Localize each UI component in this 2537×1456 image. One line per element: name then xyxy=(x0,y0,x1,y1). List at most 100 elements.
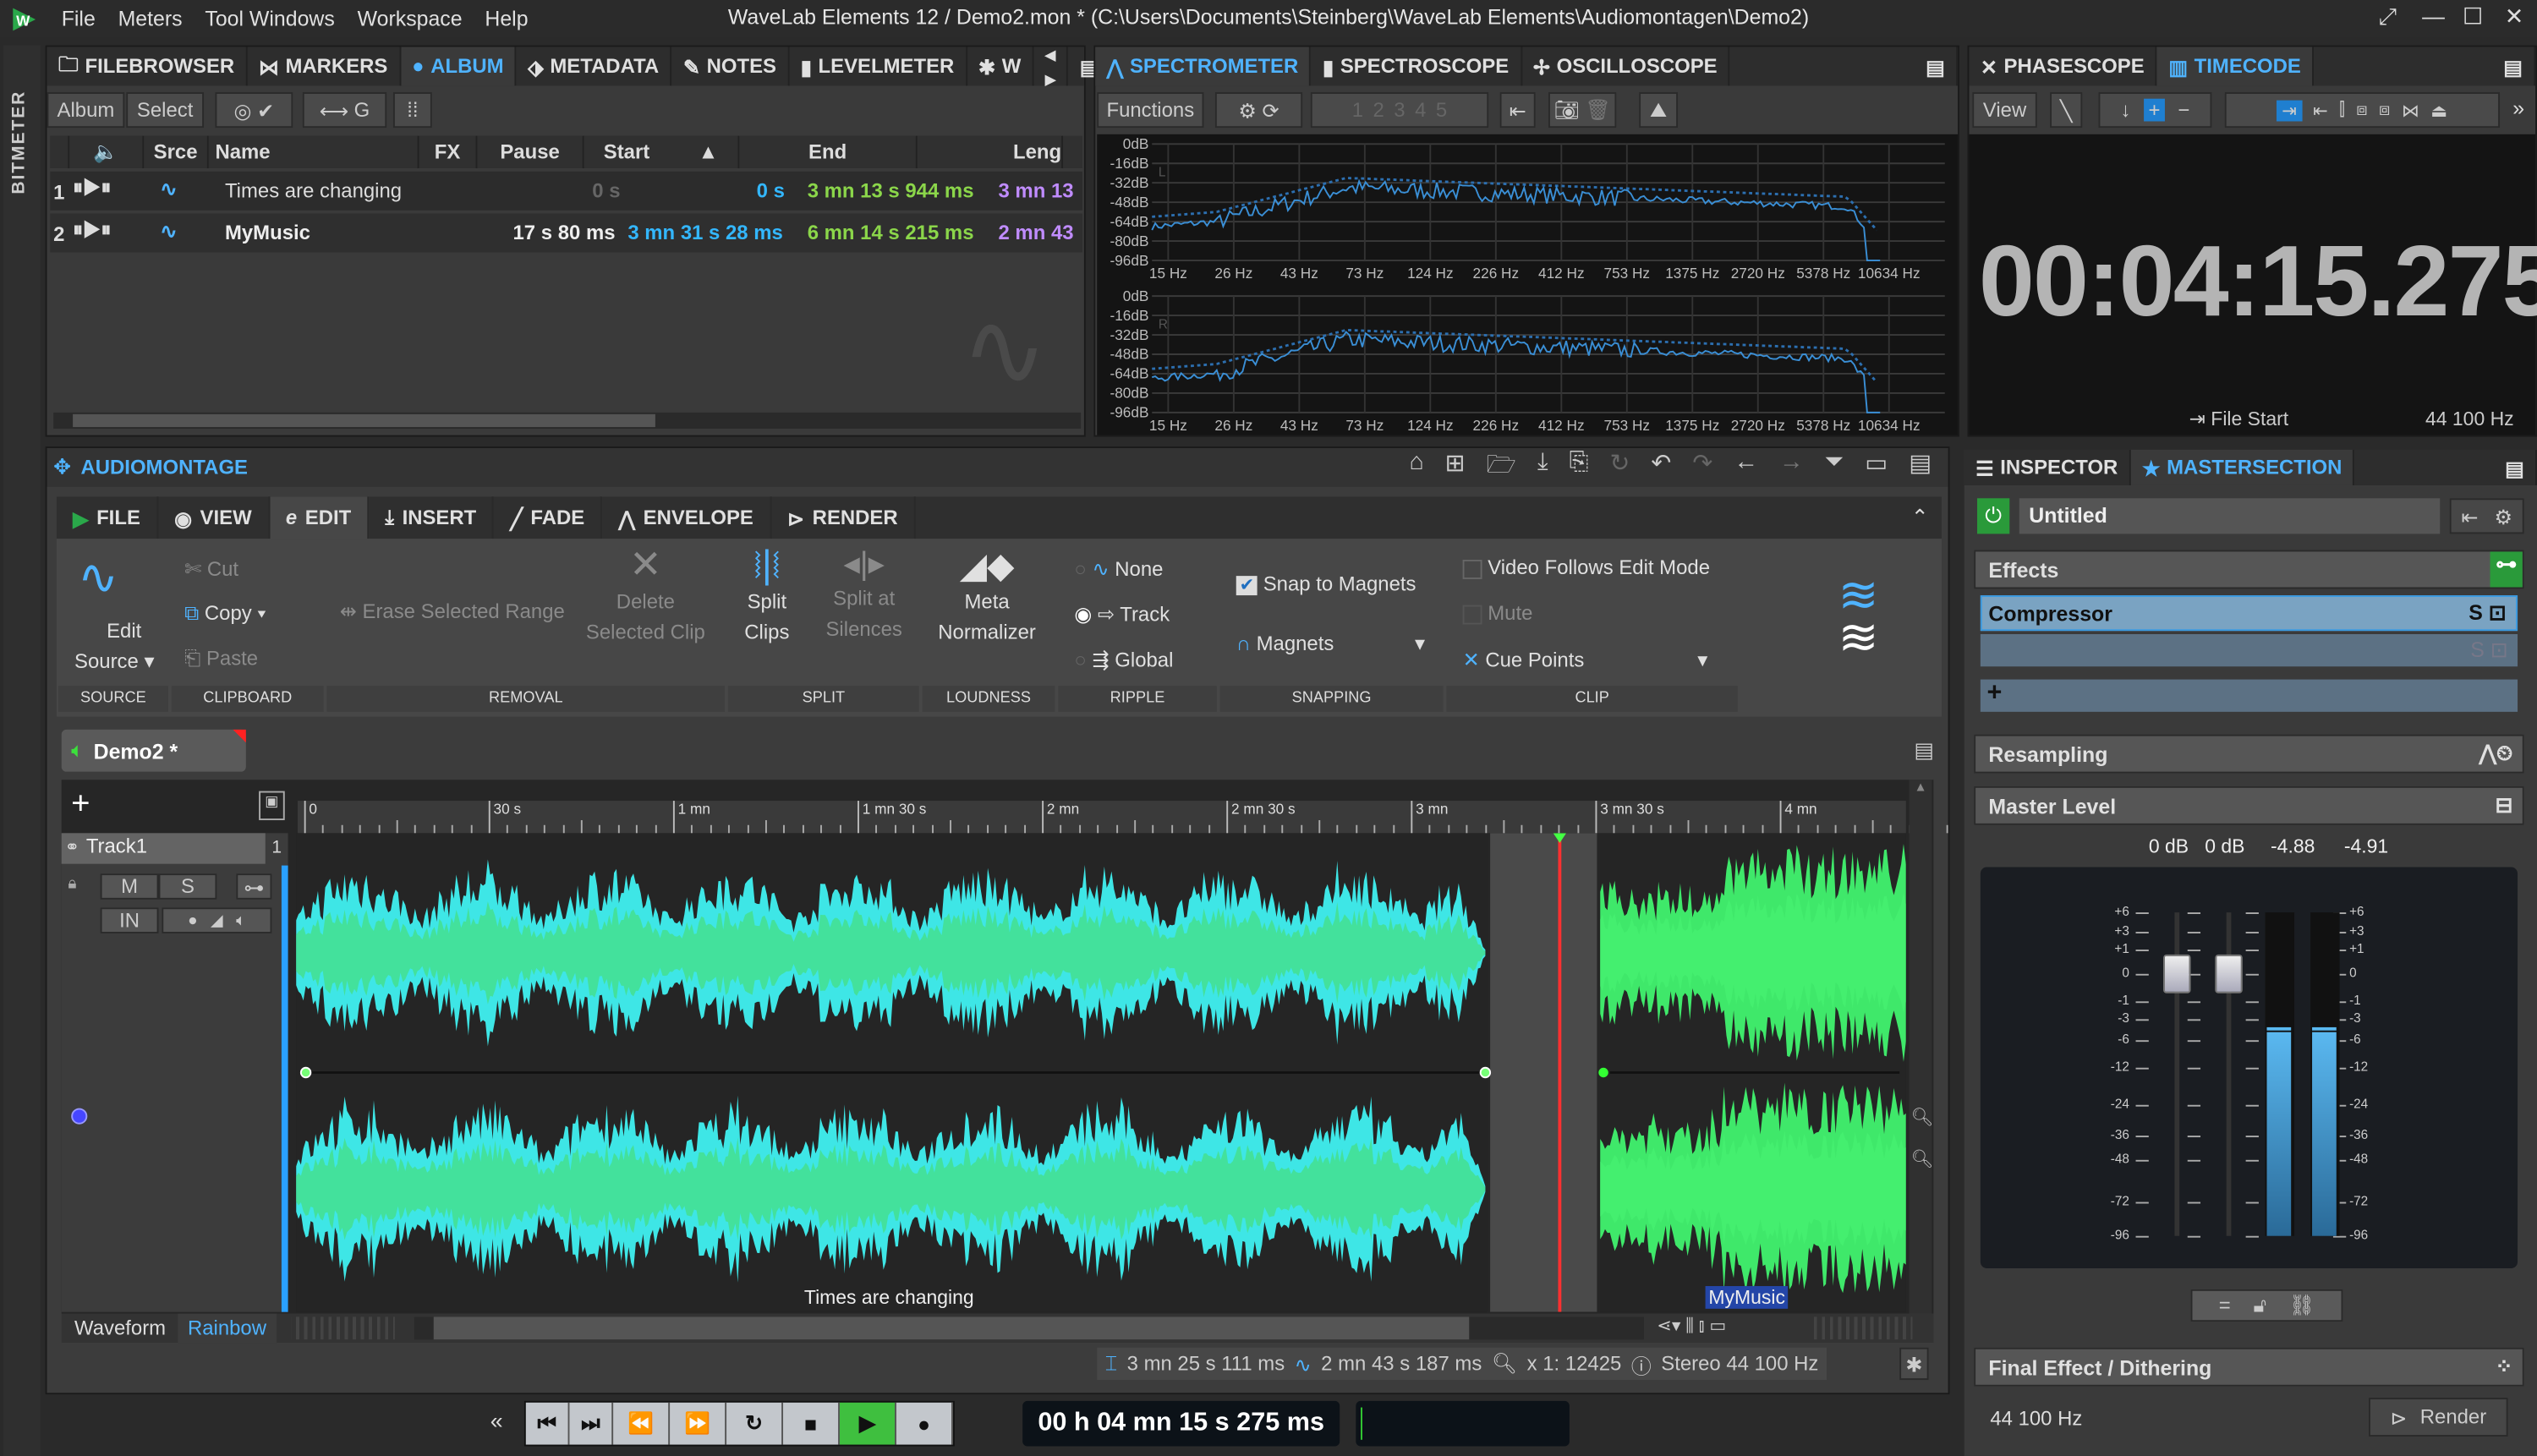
open-folder-icon[interactable]: 🗁 xyxy=(1487,447,1517,488)
clip-label-mymusic[interactable]: MyMusic xyxy=(1705,1286,1789,1309)
tab-scroll-arrows[interactable]: ◂ ▸ xyxy=(1034,44,1069,90)
timecode-mode-buttons[interactable]: ⇥ ⇤ ⫿ ⧈ ⧈ ⋈ ⏏ xyxy=(2224,92,2501,129)
bitmeter-sidebar[interactable]: BITMETER xyxy=(3,45,41,1456)
redo-icon[interactable]: ↷ xyxy=(1692,447,1712,488)
font-size-buttons[interactable]: ↓ + − xyxy=(2098,92,2212,129)
tab-markers[interactable]: ⋈ MARKERS xyxy=(247,47,401,86)
paste-button[interactable]: ⎗ Paste xyxy=(184,647,258,671)
functions-menu-button[interactable]: Functions xyxy=(1097,92,1204,129)
tab-mastersection[interactable]: ★ MASTERSECTION xyxy=(2130,449,2355,485)
snap-to-magnets-checkbox[interactable]: ✔ Snap to Magnets xyxy=(1236,572,1416,596)
time-ruler[interactable]: 0 30 s1 mn 1 mn 30 s2 mn 2 mn 30 s3 mn 3 mn … xyxy=(298,801,1948,834)
play-button[interactable]: ▶ xyxy=(839,1402,896,1445)
close-button[interactable]: ✕ xyxy=(2505,3,2523,31)
erase-selected-range-button[interactable]: ⇹ Erase Selected Range xyxy=(340,599,565,623)
render-button[interactable]: ⊳ Render xyxy=(2369,1398,2508,1437)
fullscreen-icon[interactable]: ⤢ xyxy=(2379,3,2397,31)
ripple-track-radio[interactable]: ◉ ⇨ Track xyxy=(1074,602,1170,627)
menu-meters[interactable]: Meters xyxy=(118,7,183,31)
effect-slot-empty[interactable]: S ⊡ xyxy=(1980,634,2518,667)
menu-help[interactable]: Help xyxy=(485,7,528,31)
final-effect-section-header[interactable]: Final Effect / Dithering ⁘ xyxy=(1974,1347,2524,1387)
maximize-button[interactable]: ☐ xyxy=(2463,3,2483,31)
forward-arrow-icon[interactable]: → xyxy=(1779,447,1804,488)
tab-spectroscope[interactable]: ▮ SPECTROSCOPE xyxy=(1312,47,1522,86)
delete-selected-clip-button[interactable]: ✕ Delete Selected Clip xyxy=(586,546,706,649)
undo-icon[interactable]: ↶ xyxy=(1651,447,1671,488)
tab-more[interactable]: ✱ W xyxy=(967,47,1034,86)
solo-button[interactable]: S xyxy=(158,873,217,900)
mute-checkbox[interactable]: Mute xyxy=(1462,602,1532,625)
tab-phasescope[interactable]: ✕ PHASESCOPE xyxy=(1969,47,2158,86)
magnets-dropdown[interactable]: ∩ Magnets ▾ xyxy=(1236,631,1425,655)
col-fx[interactable]: FX xyxy=(419,135,478,168)
panel-menu-icon[interactable]: ▤ xyxy=(2494,449,2537,485)
minimize-button[interactable]: — xyxy=(2422,3,2445,30)
zoom-level[interactable]: x 1: 12425 xyxy=(1527,1352,1622,1375)
track-color-dot[interactable] xyxy=(71,1108,88,1125)
fader-handle[interactable] xyxy=(2163,955,2191,994)
tab-fade[interactable]: ╱ FADE xyxy=(494,496,603,539)
vertical-zoom-wheel[interactable] xyxy=(1809,1316,1913,1340)
grid-icon[interactable]: ⁞⁞ xyxy=(392,92,432,129)
transport-time-display[interactable]: 00 h 04 mn 15 s 275 ms xyxy=(1022,1400,1340,1447)
vertical-scrollbar[interactable]: ▲ 🔍︎ 🔍︎ xyxy=(1909,780,1933,1314)
filter-icon[interactable]: ⏷ xyxy=(1824,447,1844,488)
tab-album[interactable]: ● ALBUM xyxy=(400,47,517,86)
stop-button[interactable]: ■ xyxy=(783,1402,840,1445)
album-horizontal-scrollbar[interactable] xyxy=(53,412,1082,430)
waveform-mode-button[interactable]: Waveform xyxy=(74,1316,166,1339)
peak-hold-icon[interactable]: ⛰ xyxy=(1639,92,1679,129)
collapse-ribbon-icon[interactable]: ⌃ xyxy=(1911,496,1929,539)
menu-workspace[interactable]: Workspace xyxy=(358,7,463,31)
tab-timecode[interactable]: ▥ TIMECODE xyxy=(2157,47,2315,86)
rewind-button[interactable]: ⏪ xyxy=(613,1402,671,1445)
save-as-icon[interactable]: ⎘ xyxy=(1570,447,1589,488)
panel-menu-icon[interactable]: ▤ xyxy=(1914,737,1934,764)
new-montage-icon[interactable]: ⊞ xyxy=(1445,447,1466,488)
back-arrow-icon[interactable]: ← xyxy=(1734,447,1758,488)
col-srce[interactable]: Srce xyxy=(144,135,209,168)
split-at-silences-button[interactable]: ◂|▸ Split at Silences xyxy=(822,549,906,646)
document-tab-demo2[interactable]: 🔈︎ Demo2 * xyxy=(61,729,246,772)
master-bypass-power-button[interactable]: ⏻ xyxy=(1977,498,2010,534)
more-chevron-icon[interactable]: » xyxy=(2512,96,2524,120)
home-icon[interactable]: ⌂ xyxy=(1409,447,1423,488)
settings-refresh-buttons[interactable]: ⚙ ⟳ xyxy=(1214,92,1303,129)
pin-icon[interactable]: ✱ xyxy=(1899,1347,1929,1381)
reset-peak-icon[interactable]: ⇤ xyxy=(1499,92,1536,129)
history-icon[interactable]: ↻ xyxy=(1609,447,1630,488)
effects-section-header[interactable]: Effects ⊶ xyxy=(1974,550,2524,589)
zoom-jog-wheel[interactable] xyxy=(291,1316,395,1340)
menu-file[interactable]: File xyxy=(62,7,96,31)
track-view-icon[interactable]: ▣ xyxy=(259,791,285,821)
col-start[interactable]: Start ▲ xyxy=(584,135,740,168)
tab-filebrowser[interactable]: 🗀 FILEBROWSER xyxy=(47,47,248,86)
panel-menu-icon[interactable]: ▤ xyxy=(1915,47,1959,86)
view-options-icons[interactable]: ⋖▾ ⫼ ⫾ ▭ xyxy=(1657,1315,1726,1338)
horizontal-scrollbar[interactable] xyxy=(414,1316,1644,1340)
insert-effects-icon[interactable]: ⊶ xyxy=(236,873,272,900)
lock-icon[interactable]: 🔒︎ xyxy=(68,875,76,893)
tab-render[interactable]: ⊳ RENDER xyxy=(771,496,916,539)
gap-buttons[interactable]: ⟷ G xyxy=(302,92,387,129)
table-row[interactable]: 2 ⏸▶⏸ ∿ MyMusic 17 s 80 ms 3 mn 31 s 28 … xyxy=(50,213,1082,253)
col-name[interactable]: Name xyxy=(208,135,419,168)
rainbow-mode-button[interactable]: Rainbow xyxy=(178,1313,277,1344)
record-volume-controls[interactable]: ● ◢ 🔈︎ xyxy=(162,907,272,933)
split-clips-button[interactable]: ⧘|⧙ Split Clips xyxy=(732,546,803,649)
play-column-icon[interactable]: 🔈 xyxy=(69,135,145,168)
col-length[interactable]: Leng xyxy=(917,135,1064,168)
panel-menu-icon[interactable]: ▤ xyxy=(2492,47,2536,86)
cue-points-dropdown[interactable]: ✕ Cue Points ▾ xyxy=(1463,647,1708,671)
ripple-global-radio[interactable]: ○ ⇶ Global xyxy=(1074,647,1173,671)
master-level-section-header[interactable]: Master Level ⊟ xyxy=(1974,785,2524,825)
record-button[interactable]: ● xyxy=(896,1402,953,1445)
cursor-position[interactable]: 3 mn 25 s 111 ms xyxy=(1127,1352,1285,1375)
fader-link-buttons[interactable]: = 🔓︎ ⛓ xyxy=(2190,1289,2343,1322)
ripple-none-radio[interactable]: ○ ∿ None xyxy=(1074,556,1163,581)
meta-normalizer-button[interactable]: ◢◆ Meta Normalizer xyxy=(932,548,1042,649)
mute-button[interactable]: M xyxy=(100,873,159,900)
snapshot-buttons[interactable]: 📷︎ 🗑︎ xyxy=(1548,92,1617,129)
tab-file[interactable]: ▶ FILE xyxy=(57,496,158,539)
